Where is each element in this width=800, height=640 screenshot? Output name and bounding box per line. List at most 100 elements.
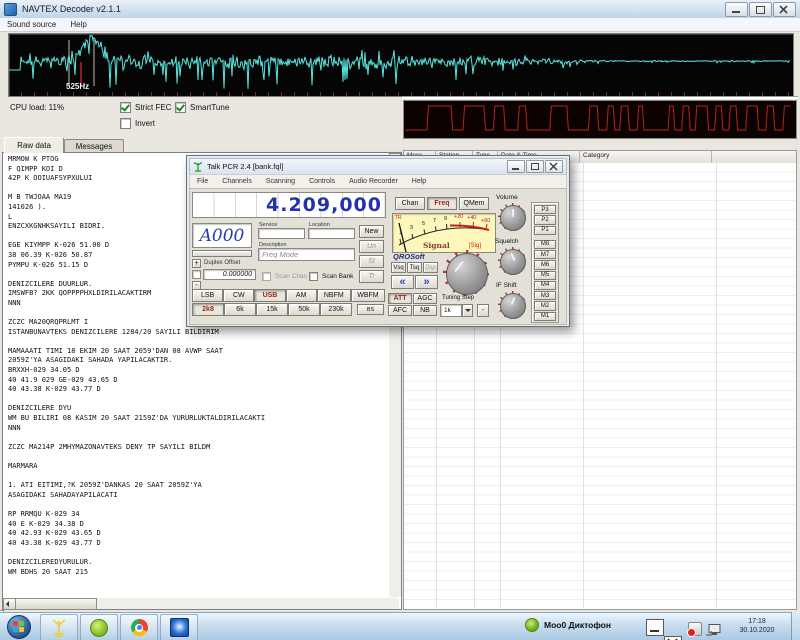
mode-usb-button[interactable]: USB (254, 289, 285, 302)
tray-network-icon[interactable] (706, 623, 722, 640)
scan-chan-checkbox[interactable]: Scan Chan (262, 272, 307, 281)
service-input[interactable] (258, 228, 305, 239)
chan-view-button[interactable]: Chan (395, 197, 425, 210)
pcr-minimize-icon[interactable] (507, 160, 525, 173)
pcr-menu-help[interactable]: Help (405, 178, 433, 185)
mode-am-button[interactable]: AM (286, 289, 317, 302)
tuning-knob[interactable] (446, 253, 488, 295)
tsq-button[interactable]: Tsq (407, 262, 422, 273)
navtex-titlebar: NAVTEX Decoder v2.1.1 (0, 0, 800, 19)
frequency-display[interactable]: 4.209,000 (192, 192, 386, 218)
strict-fec-checkbox[interactable]: Strict FEC (120, 102, 171, 113)
tray-alert-icon[interactable] (688, 622, 702, 636)
filter-230k-button[interactable]: 230k (320, 303, 352, 316)
channel-display[interactable]: A000 (192, 223, 252, 248)
squelch-knob[interactable] (500, 249, 526, 275)
pcr-menu-audio-recorder[interactable]: Audio Recorder (342, 178, 405, 185)
volume-knob[interactable] (500, 205, 526, 231)
tray-clock[interactable]: 17:18 30.10.2020 (728, 617, 786, 635)
mode-wbfm-button[interactable]: WBFM (351, 289, 385, 302)
pcr-menu-file[interactable]: File (190, 178, 215, 185)
moo0-close-icon[interactable] (664, 636, 682, 640)
smarttune-checkmark-icon (175, 102, 186, 113)
channel-bar-button[interactable] (192, 250, 252, 257)
taskbar-moo0-button[interactable] (80, 614, 118, 640)
navtex-maximize-icon[interactable] (749, 2, 772, 17)
show-desktop-button[interactable] (791, 612, 800, 640)
dsp-button[interactable]: Dsp (423, 262, 438, 273)
step-down-button[interactable]: « (391, 275, 414, 289)
att-button[interactable]: ATT (388, 293, 412, 304)
tuning-step-minus-button[interactable]: - (477, 304, 489, 317)
mode-nbfm-button[interactable]: NBFM (317, 289, 351, 302)
filter-15k-button[interactable]: 15k (256, 303, 288, 316)
qmem-view-button[interactable]: QMem (459, 197, 489, 210)
tr-button[interactable]: Tr (359, 270, 384, 283)
m3-button[interactable]: M3 (534, 291, 556, 300)
new-button[interactable]: New (359, 225, 384, 238)
m8-button[interactable]: M8 (534, 240, 556, 249)
tuning-step-select[interactable]: 1k (440, 304, 462, 317)
m4-button[interactable]: M4 (534, 281, 556, 290)
invert-checkbox[interactable]: Invert (120, 118, 155, 129)
taskbar-talkpcr-button[interactable] (40, 614, 78, 640)
nb-button[interactable]: NB (413, 305, 437, 316)
navtex-minimize-icon[interactable] (725, 2, 748, 17)
h-scroll-thumb[interactable] (15, 598, 97, 610)
p3-button[interactable]: P3 (534, 205, 556, 214)
menu-help[interactable]: Help (63, 20, 93, 29)
agc-button[interactable]: AGC (413, 293, 437, 304)
m2-button[interactable]: M2 (534, 301, 556, 310)
grid-line (716, 163, 717, 608)
duplex-check-box[interactable] (192, 270, 201, 279)
filter-50k-button[interactable]: 50k (288, 303, 320, 316)
if-shift-knob[interactable] (500, 293, 526, 319)
vsq-button[interactable]: Vsq (391, 262, 406, 273)
pcr-menu-controls[interactable]: Controls (302, 178, 342, 185)
m5-button[interactable]: M5 (534, 271, 556, 280)
m1-button[interactable]: M1 (534, 312, 556, 321)
filter-bs-button[interactable]: BS (357, 304, 384, 315)
pcr-close-icon[interactable] (545, 160, 563, 173)
tuning-step-dropdown-icon[interactable] (462, 304, 473, 317)
moo0-minimize-icon[interactable] (646, 619, 664, 636)
taskbar-chrome-button[interactable] (120, 614, 158, 640)
scan-bank-checkbox[interactable]: Scan Bank (309, 272, 353, 281)
tab-messages[interactable]: Messages (64, 139, 124, 153)
grid-line (583, 163, 584, 608)
p2-button[interactable]: P2 (534, 215, 556, 224)
step-up-button[interactable]: » (415, 275, 438, 289)
pcr-menu-scanning[interactable]: Scanning (259, 178, 302, 185)
pcr-maximize-icon[interactable] (526, 160, 544, 173)
m6-button[interactable]: M6 (534, 260, 556, 269)
tab-raw-data[interactable]: Raw data (4, 137, 64, 153)
afc-button[interactable]: AFC (388, 305, 412, 316)
spectrum-display[interactable]: 525Hz (8, 33, 794, 97)
filter-6k-button[interactable]: 6k (224, 303, 256, 316)
smarttune-checkbox[interactable]: SmartTune (175, 102, 229, 113)
filter-2k8-button[interactable]: 2k8 (192, 303, 224, 316)
tuning-step-label: Tuning Step (442, 295, 474, 301)
mode-lsb-button[interactable]: LSB (192, 289, 223, 302)
st-button[interactable]: St (359, 255, 384, 268)
taskbar-app-button[interactable] (160, 614, 198, 640)
h-scrollbar[interactable] (3, 598, 399, 609)
pcr-menu-channels[interactable]: Channels (215, 178, 259, 185)
chrome-icon (131, 619, 148, 636)
p1-button[interactable]: P1 (534, 226, 556, 235)
duplex-plus-button[interactable]: + (192, 259, 201, 268)
col-category[interactable]: Category (580, 151, 712, 163)
freq-view-button[interactable]: Freq (427, 197, 457, 210)
if-shift-knob-pointer (511, 297, 516, 305)
start-button[interactable] (4, 614, 34, 640)
scan-bank-label: Scan Bank (322, 273, 353, 280)
mode-cw-button[interactable]: CW (223, 289, 254, 302)
navtex-close-icon[interactable] (773, 2, 796, 17)
duplex-offset-value[interactable]: 0.000000 (203, 269, 256, 280)
description-input[interactable]: Freq Mode (258, 248, 355, 261)
menu-sound-source[interactable]: Sound source (0, 20, 63, 29)
location-input[interactable] (308, 228, 355, 239)
un-button[interactable]: Un (359, 240, 384, 253)
memory-button-column: P3 P2 P1 M8 M7 M6 M5 M4 M3 M2 M1 (531, 202, 559, 323)
m7-button[interactable]: M7 (534, 250, 556, 259)
